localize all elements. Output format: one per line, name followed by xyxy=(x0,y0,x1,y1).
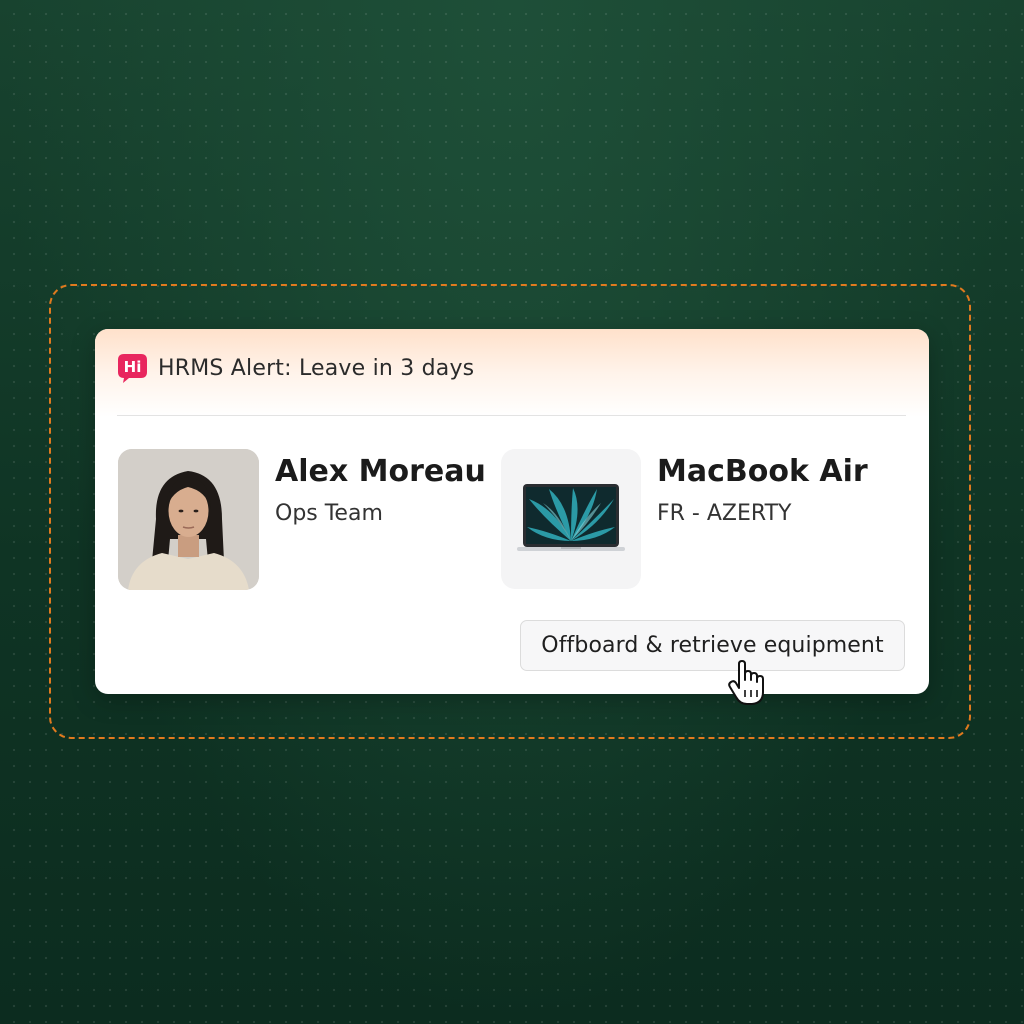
employee-avatar xyxy=(118,449,259,590)
device-name: MacBook Air xyxy=(657,454,868,489)
laptop-icon xyxy=(517,484,625,551)
hrms-alert-card: Hi HRMS Alert: Leave in 3 days Alex More… xyxy=(95,329,929,694)
offboard-retrieve-button[interactable]: Offboard & retrieve equipment xyxy=(520,620,905,671)
employee-team: Ops Team xyxy=(275,501,383,526)
logo-text: Hi xyxy=(124,358,142,376)
device-keyboard-layout: FR - AZERTY xyxy=(657,501,792,526)
hi-logo-icon: Hi xyxy=(118,354,147,383)
alert-title: HRMS Alert: Leave in 3 days xyxy=(158,356,475,381)
header-divider xyxy=(117,415,906,416)
hand-pointer-cursor-icon xyxy=(728,660,764,705)
person-portrait xyxy=(118,449,259,590)
employee-name: Alex Moreau xyxy=(275,454,486,489)
device-image-tile xyxy=(501,449,641,589)
